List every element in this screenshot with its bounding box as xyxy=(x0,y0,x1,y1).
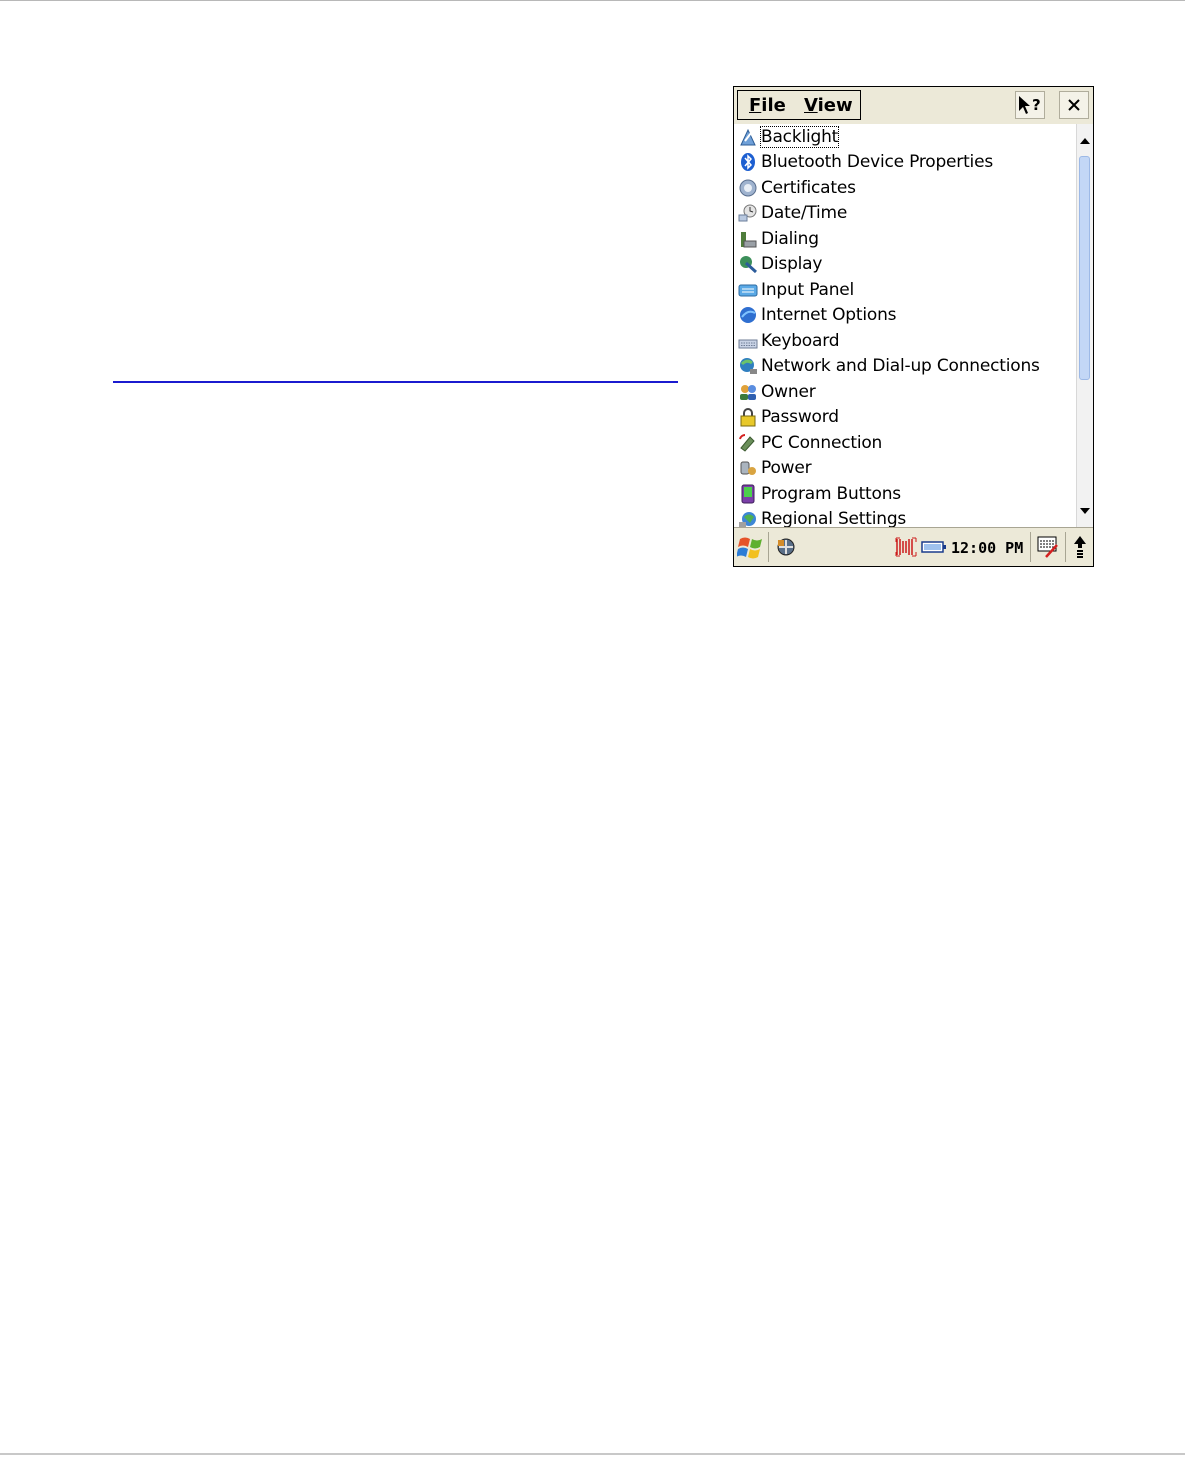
program-buttons-icon xyxy=(737,483,759,505)
pc-connection-icon xyxy=(737,432,759,454)
battery-icon xyxy=(921,541,946,553)
list-item-label: Internet Options xyxy=(761,304,897,325)
list-item-internet-options[interactable]: Internet Options xyxy=(734,302,1074,327)
internet-options-icon xyxy=(737,304,759,326)
taskbar-clock[interactable]: 12:00 PM xyxy=(951,539,1023,557)
list-item-bluetooth[interactable]: Bluetooth Device Properties xyxy=(734,149,1074,174)
list-item-dialing[interactable]: Dialing xyxy=(734,226,1074,251)
input-panel-toggle[interactable] xyxy=(1033,528,1063,566)
list-item-backlight[interactable]: Backlight xyxy=(734,124,1074,149)
list-item-label: Power xyxy=(761,457,812,478)
menu-view-label: iew xyxy=(817,95,853,116)
page-top-rule xyxy=(0,0,1185,1)
scroll-up-icon xyxy=(1074,536,1086,558)
input-panel-toggle-icon xyxy=(1037,536,1058,558)
menu-group: File View xyxy=(737,90,861,120)
taskbar-separator xyxy=(768,532,769,562)
owner-icon xyxy=(737,381,759,403)
close-icon xyxy=(1068,99,1080,111)
barcode-scanner-icon xyxy=(895,537,917,557)
pointer-help-icon: ? xyxy=(1019,96,1041,114)
menu-file-accelerator: F xyxy=(749,95,762,116)
list-item-label: PC Connection xyxy=(761,432,883,453)
page-bottom-rule xyxy=(0,1453,1185,1455)
list-item-network[interactable]: Network and Dial-up Connections xyxy=(734,353,1074,378)
taskbar: 12:00 PM xyxy=(734,527,1093,566)
help-button[interactable]: ? xyxy=(1015,91,1045,119)
list-item-power[interactable]: Power xyxy=(734,455,1074,480)
taskbar-separator xyxy=(1065,532,1066,562)
device-screen: File View ? Backlight Bluetooth Device P… xyxy=(733,86,1094,567)
list-item-label: Program Buttons xyxy=(761,483,901,504)
list-item-label: Password xyxy=(761,406,839,427)
list-item-label: Input Panel xyxy=(761,279,855,300)
list-item-label: Keyboard xyxy=(761,330,840,351)
connectivity-icon xyxy=(777,538,795,556)
list-item-program-buttons[interactable]: Program Buttons xyxy=(734,481,1074,506)
battery-status[interactable] xyxy=(920,528,948,566)
barcode-scanner-status[interactable] xyxy=(894,528,918,566)
list-item-label: Regional Settings xyxy=(761,508,907,528)
display-icon xyxy=(737,253,759,275)
backlight-icon xyxy=(737,126,759,148)
list-item-label: Network and Dial-up Connections xyxy=(761,355,1040,376)
keyboard-icon xyxy=(737,330,759,352)
menu-file[interactable]: File xyxy=(749,95,786,116)
list-item-pc-connection[interactable]: PC Connection xyxy=(734,430,1074,455)
document-link-underline xyxy=(113,381,678,383)
bluetooth-icon xyxy=(737,151,759,173)
input-panel-icon xyxy=(737,279,759,301)
scroll-down-arrow[interactable] xyxy=(1077,503,1093,519)
connectivity-button[interactable] xyxy=(772,528,800,566)
vertical-scrollbar[interactable] xyxy=(1076,124,1093,527)
list-item-display[interactable]: Display xyxy=(734,251,1074,276)
date-time-icon xyxy=(737,202,759,224)
list-item-regional-settings[interactable]: Regional Settings xyxy=(734,506,1074,527)
list-item-label: Display xyxy=(761,253,823,274)
list-item-password[interactable]: Password xyxy=(734,404,1074,429)
menu-view-accelerator: V xyxy=(804,95,818,116)
list-item-keyboard[interactable]: Keyboard xyxy=(734,328,1074,353)
list-item-label: Backlight xyxy=(759,125,840,148)
start-icon xyxy=(737,537,762,559)
scroll-down-arrow-icon xyxy=(1080,508,1090,514)
close-button[interactable] xyxy=(1059,91,1089,119)
network-icon xyxy=(737,355,759,377)
svg-text:?: ? xyxy=(1032,96,1041,114)
list-item-label: Owner xyxy=(761,381,816,402)
menu-file-label: ile xyxy=(761,95,786,116)
password-icon xyxy=(737,406,759,428)
list-item-certificates[interactable]: Certificates xyxy=(734,175,1074,200)
list-item-date-time[interactable]: Date/Time xyxy=(734,200,1074,225)
dialing-icon xyxy=(737,228,759,250)
list-item-label: Certificates xyxy=(761,177,856,198)
scroll-up-arrow[interactable] xyxy=(1077,133,1093,149)
power-icon xyxy=(737,457,759,479)
list-item-label: Date/Time xyxy=(761,202,848,223)
list-item-label: Dialing xyxy=(761,228,819,249)
control-panel-list: Backlight Bluetooth Device Properties Ce… xyxy=(734,124,1076,527)
regional-settings-icon xyxy=(737,508,759,527)
scroll-up-arrow-icon xyxy=(1080,138,1090,144)
taskbar-separator xyxy=(1030,532,1031,562)
list-item-owner[interactable]: Owner xyxy=(734,379,1074,404)
scroll-up-button[interactable] xyxy=(1068,528,1092,566)
start-button[interactable] xyxy=(736,528,766,566)
certificates-icon xyxy=(737,177,759,199)
list-item-input-panel[interactable]: Input Panel xyxy=(734,277,1074,302)
list-item-label: Bluetooth Device Properties xyxy=(761,151,993,172)
scroll-thumb[interactable] xyxy=(1079,156,1090,380)
menu-view[interactable]: View xyxy=(804,95,853,116)
menu-bar: File View ? xyxy=(734,87,1093,124)
